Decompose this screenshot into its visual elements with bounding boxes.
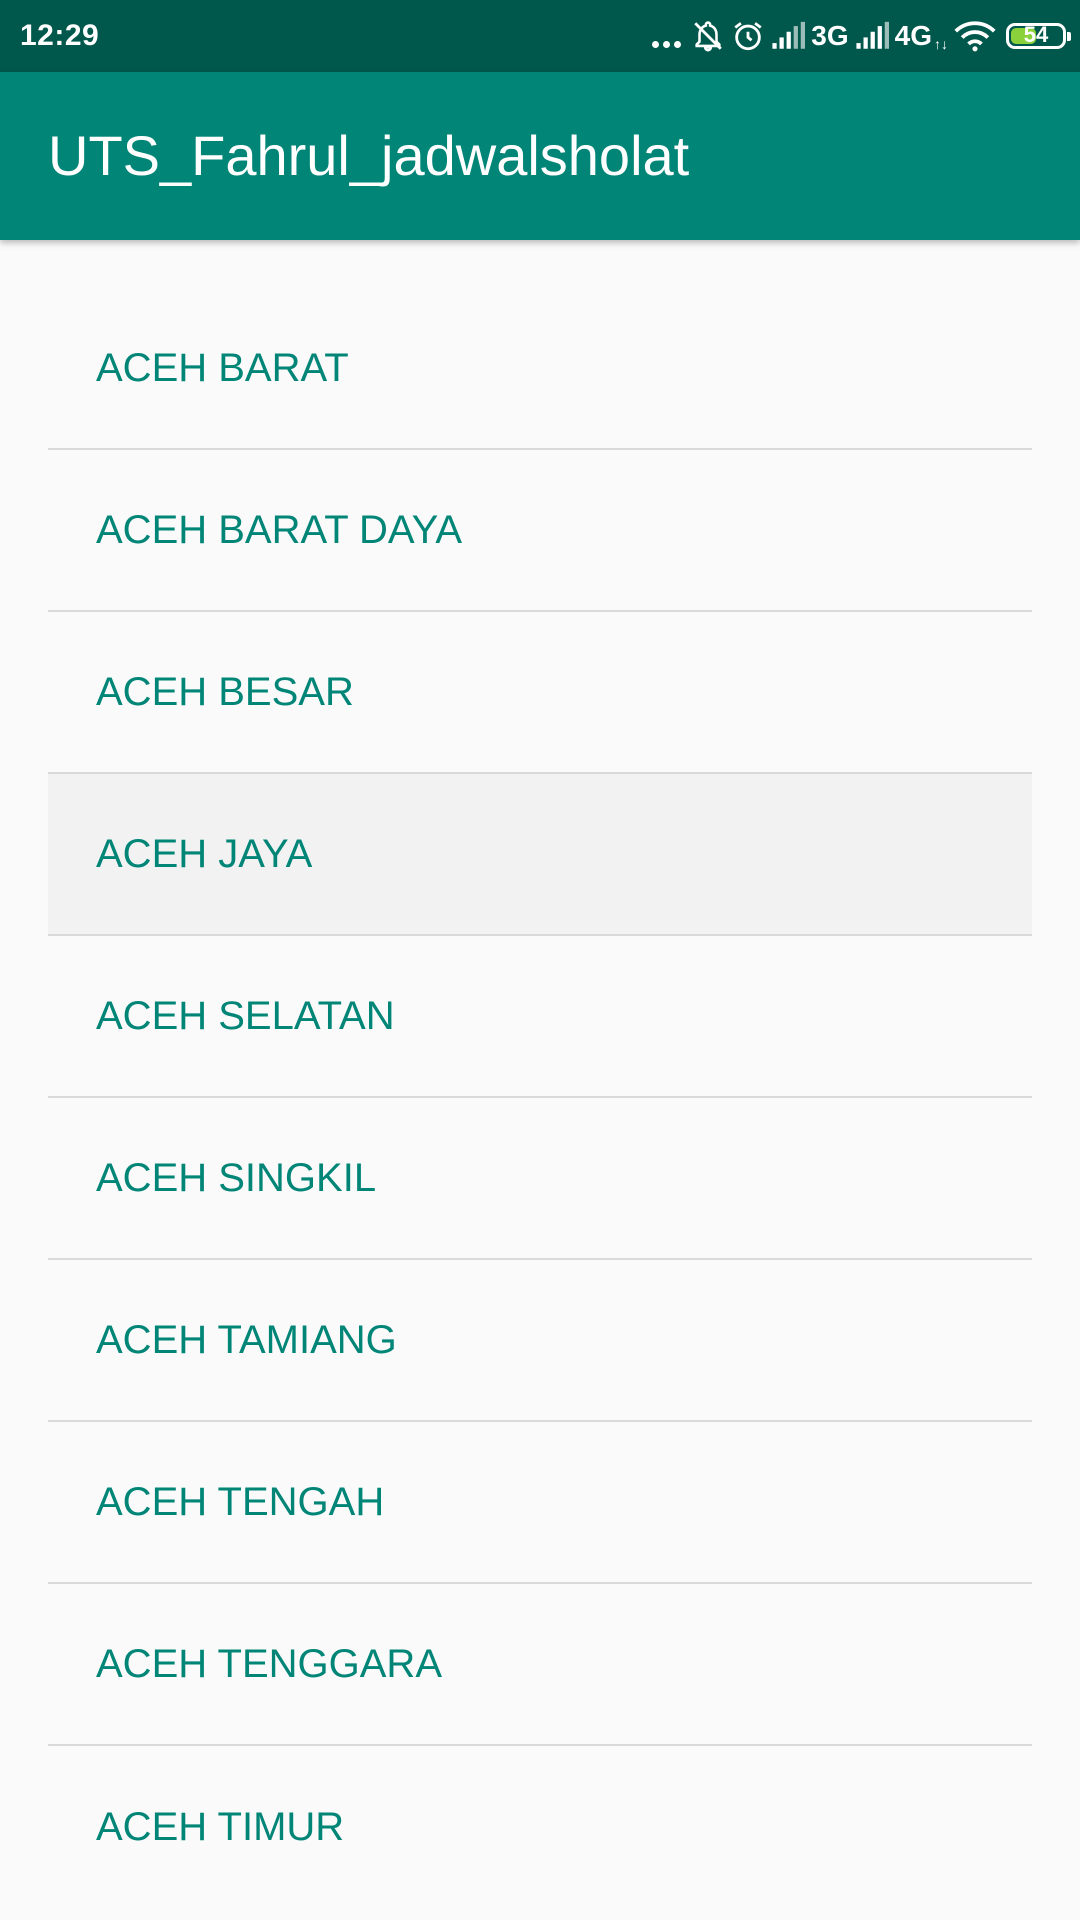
list-item-aceh-tenggara[interactable]: ACEH TENGGARA [48,1584,1032,1746]
list-item-label: ACEH TENGAH [96,1479,385,1524]
network-4g-label: 4G [894,20,932,51]
list-item-label: ACEH TENGGARA [96,1641,442,1686]
notifications-off-icon [694,21,723,52]
more-dots-icon [652,41,682,48]
list-item-aceh-besar[interactable]: ACEH BESAR [48,612,1032,774]
alarm-icon [734,22,762,51]
list-item-aceh-barat-daya[interactable]: ACEH BARAT DAYA [48,450,1032,612]
list-item-label: ACEH JAYA [96,831,313,876]
list-item-aceh-tengah[interactable]: ACEH TENGAH [48,1422,1032,1584]
signal-icon [856,21,889,49]
list-item-aceh-barat[interactable]: ACEH BARAT [48,288,1032,450]
status-time: 12:29 [20,19,100,52]
list-item-label: ACEH TIMUR [96,1804,345,1849]
list-item-aceh-timur[interactable]: ACEH TIMUR [48,1746,1032,1908]
signal-icon [772,21,806,49]
list-item-aceh-tamiang[interactable]: ACEH TAMIANG [48,1260,1032,1422]
list-item-label: ACEH SELATAN [96,993,395,1038]
list-item-label: ACEH TAMIANG [96,1317,397,1362]
network-3g-label: 3G [811,20,849,51]
list-item-label: ACEH BARAT DAYA [96,507,463,552]
battery-level: 54 [1023,22,1049,47]
status-bar: 12:29 3G 4G ↑↓ 54 [0,0,1080,72]
app-title: UTS_Fahrul_jadwalsholat [48,124,690,187]
status-icons: 3G 4G ↑↓ 54 [652,0,1071,72]
list-item-aceh-jaya[interactable]: ACEH JAYA [48,774,1032,936]
region-list: ACEH BARAT ACEH BARAT DAYA ACEH BESAR AC… [48,288,1032,1908]
list-item-label: ACEH SINGKIL [96,1155,377,1200]
list-item-aceh-singkil[interactable]: ACEH SINGKIL [48,1098,1032,1260]
wifi-icon [954,21,996,52]
data-activity-label: ↑↓ [934,36,948,52]
app-bar: UTS_Fahrul_jadwalsholat [0,72,1080,240]
list-item-aceh-selatan[interactable]: ACEH SELATAN [48,936,1032,1098]
list-item-label: ACEH BESAR [96,669,354,714]
battery-icon: 54 [1006,22,1071,49]
list-item-label: ACEH BARAT [96,345,349,390]
